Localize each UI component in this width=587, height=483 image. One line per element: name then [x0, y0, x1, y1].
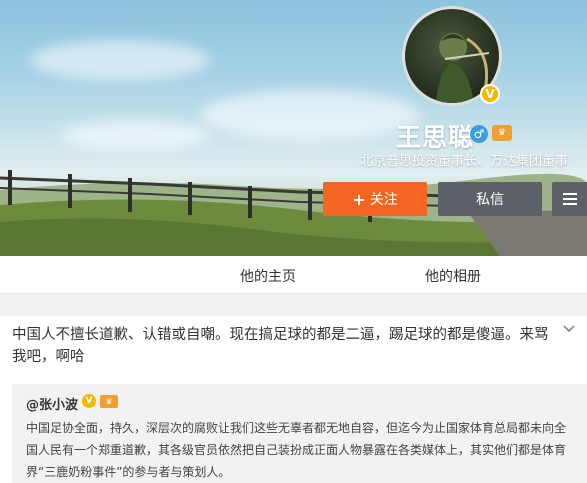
vip-level-icon: ♛ — [100, 395, 118, 408]
verified-icon: V — [82, 394, 96, 408]
tab-album[interactable]: 他的相册 — [425, 266, 481, 286]
section-divider — [0, 294, 587, 316]
profile-tabs: 他的主页 他的相册 — [0, 256, 587, 294]
reposted-content[interactable]: @张小波 V ♛ 中国足协全面，持久，深层次的腐败让我们这些无辜者都无地自容，但… — [12, 384, 587, 483]
post-text: 中国人不擅长道歉、认错或自嘲。现在搞足球的都是二逼，踢足球的都是傻逼。来骂我吧，… — [12, 327, 549, 365]
chevron-down-icon[interactable] — [562, 322, 576, 336]
male-gender-icon: ♂ — [470, 125, 488, 143]
plus-icon: + — [352, 189, 366, 209]
follow-button[interactable]: + 关注 — [323, 182, 427, 216]
message-button[interactable]: 私信 — [438, 182, 542, 216]
tab-homepage[interactable]: 他的主页 — [240, 266, 296, 286]
message-button-label: 私信 — [476, 192, 504, 208]
more-menu-button[interactable] — [552, 182, 587, 216]
feed-post: 中国人不擅长道歉、认错或自嘲。现在搞足球的都是二逼，踢足球的都是傻逼。来骂我吧，… — [0, 316, 587, 483]
repost-author[interactable]: @张小波 — [26, 394, 78, 413]
follow-button-label: 关注 — [369, 192, 398, 208]
repost-text: 中国足协全面，持久，深层次的腐败让我们这些无辜者都无地自容，但迄今为止国家体育总… — [26, 421, 567, 479]
verified-icon: V — [480, 84, 500, 104]
vip-level-icon: ♛ — [492, 125, 512, 141]
profile-description: 北京普思投资董事长、万达集团董事 — [360, 154, 569, 169]
hamburger-icon — [562, 193, 577, 205]
profile-name: 王思聪 — [396, 123, 475, 152]
